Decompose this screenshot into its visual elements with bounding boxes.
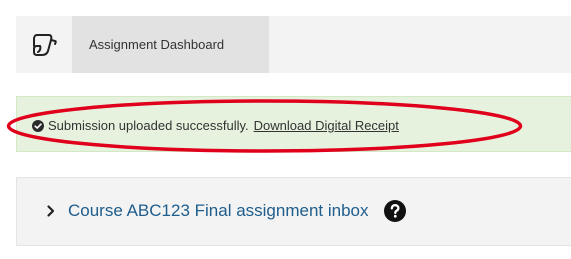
top-navigation-bar: Assignment Dashboard [16, 16, 571, 73]
check-circle-icon [32, 119, 44, 132]
tab-assignment-dashboard-label: Assignment Dashboard [89, 37, 225, 52]
course-inbox-panel: Course ABC123 Final assignment inbox [16, 177, 571, 246]
alert-message: Submission uploaded successfully. [48, 118, 249, 133]
question-circle-icon[interactable] [383, 200, 406, 222]
download-receipt-link[interactable]: Download Digital Receipt [254, 118, 399, 133]
scroll-logo-icon [33, 33, 57, 56]
page: Assignment Dashboard Submission uploaded… [0, 0, 571, 259]
panel-header[interactable]: Course ABC123 Final assignment inbox [46, 200, 406, 222]
success-alert: Submission uploaded successfully. Downlo… [16, 96, 571, 152]
chevron-right-icon[interactable] [46, 204, 56, 218]
alert-content: Submission uploaded successfully. Downlo… [32, 118, 399, 133]
app-logo[interactable] [16, 16, 72, 73]
tab-assignment-dashboard[interactable]: Assignment Dashboard [72, 16, 269, 73]
course-inbox-link[interactable]: Course ABC123 Final assignment inbox [68, 201, 369, 221]
